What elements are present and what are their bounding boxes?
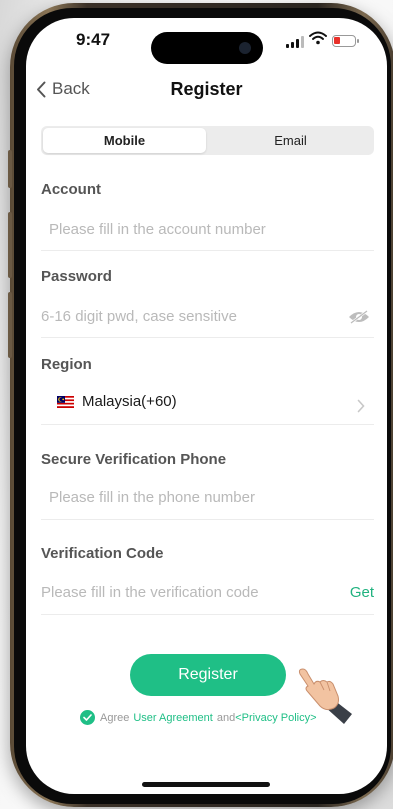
status-bar: 9:47 [26,18,387,66]
password-label: Password [41,268,112,285]
register-method-tabs: Mobile Email [41,126,374,155]
password-field[interactable]: 6-16 digit pwd, case sensitive [41,298,374,338]
and-text: and [216,711,236,724]
verification-code-placeholder: Please fill in the verification code [41,584,259,601]
chevron-right-icon [357,399,365,413]
status-time: 9:47 [76,30,111,49]
user-agreement-link[interactable]: User Agreement [133,712,212,724]
nav-bar: Back Register [26,76,387,106]
get-code-button[interactable]: Get [350,584,374,601]
battery-icon [332,35,359,47]
account-field[interactable]: Please fill in the account number [41,209,374,251]
phone-placeholder: Please fill in the phone number [49,489,255,506]
register-button[interactable]: Register [130,654,286,696]
tab-mobile[interactable]: Mobile [43,128,206,153]
signal-icon [286,36,304,48]
home-indicator [142,782,270,787]
pointing-hand-icon [298,668,352,724]
dynamic-island [151,32,263,64]
account-placeholder: Please fill in the account number [49,221,266,238]
phone-field[interactable]: Please fill in the phone number [41,478,374,520]
region-value: Malaysia(+60) [82,393,177,410]
region-selector[interactable]: Malaysia(+60) [41,384,374,425]
malaysia-flag-icon [57,396,74,408]
agreement-checkbox[interactable] [80,710,95,725]
camera-icon [239,42,251,54]
phone-side-button [8,150,12,188]
app-screen: 9:47 Back Register Mobile Email Account … [26,18,387,794]
verification-code-label: Verification Code [41,545,164,562]
wifi-icon [309,31,327,45]
phone-label: Secure Verification Phone [41,451,227,468]
agree-text: Agree [100,711,130,724]
phone-side-button [8,292,12,358]
phone-side-button [8,212,12,278]
account-label: Account [41,181,101,198]
page-title: Register [170,79,243,99]
verification-code-field[interactable]: Please fill in the verification code Get [41,574,374,615]
password-placeholder: 6-16 digit pwd, case sensitive [41,308,237,325]
tab-email[interactable]: Email [209,128,372,153]
check-icon [83,714,92,721]
eye-hidden-icon[interactable] [348,310,370,324]
agreement-row: Agree User Agreement and <Privacy Policy… [80,710,317,725]
region-label: Region [41,356,92,373]
